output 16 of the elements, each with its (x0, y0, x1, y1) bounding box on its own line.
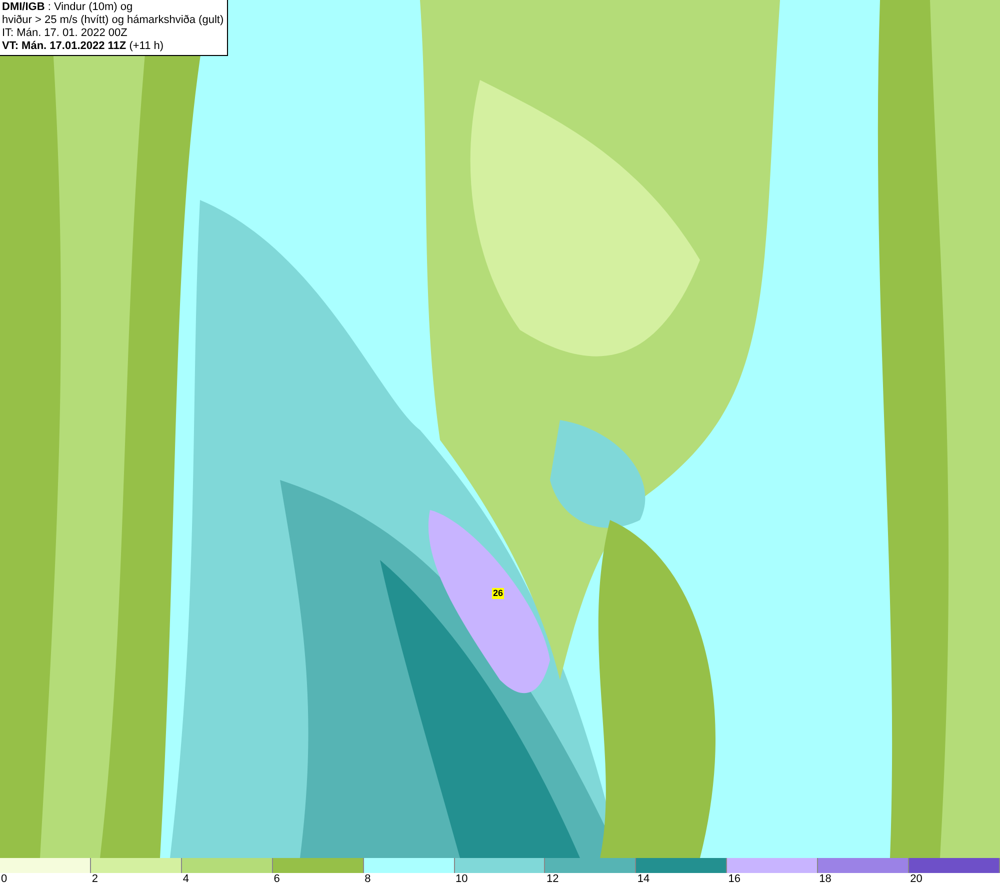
legend-label: 0 (1, 873, 8, 886)
legend-label: 8 (364, 873, 371, 886)
legend-label: 16 (728, 873, 741, 886)
legend-label: 4 (182, 873, 189, 886)
legend-label: 20 (910, 873, 922, 886)
initial-time: IT: Mán. 17. 01. 2022 00Z (2, 27, 128, 40)
max-gust-label: 26 (492, 588, 504, 599)
map-title: DMI/IGB : Vindur (10m) og (2, 1, 134, 14)
legend-label: 14 (637, 873, 650, 886)
legend-label: 10 (456, 873, 468, 886)
legend-label: 6 (274, 873, 280, 886)
map-subtitle: hviður > 25 m/s (hvítt) og hámarkshviða (gult) (2, 14, 224, 27)
valid-time: VT: Mán. 17.01.2022 11Z (+11 h) (2, 40, 165, 53)
legend-label: 2 (92, 873, 98, 886)
legend-label: 18 (819, 873, 832, 886)
legend-label: 12 (546, 873, 559, 886)
